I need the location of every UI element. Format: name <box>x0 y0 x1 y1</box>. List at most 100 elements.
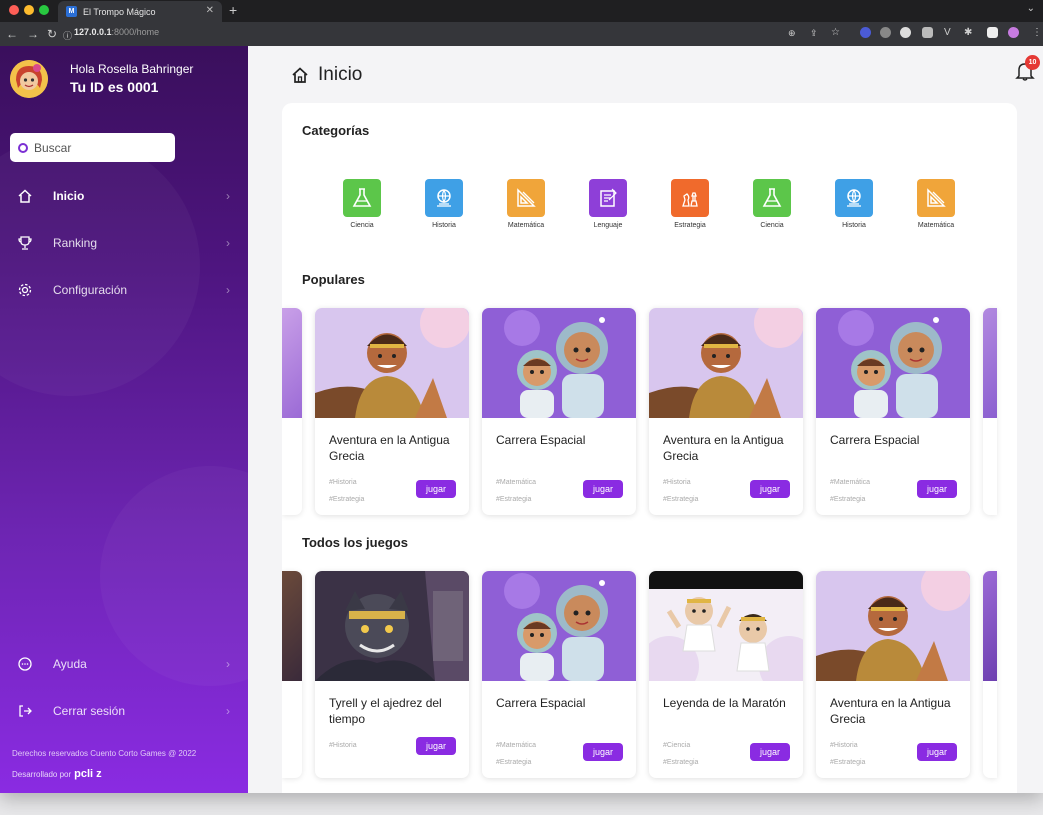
flask-icon <box>753 179 791 217</box>
close-window-button[interactable] <box>9 5 19 15</box>
game-title: Carrera Espacial <box>496 696 586 710</box>
share-icon[interactable]: ⇪ <box>810 28 818 39</box>
reload-icon[interactable]: ↻ <box>47 27 57 41</box>
game-card[interactable]: Aventura en la Antigua Grecia #Historia … <box>816 571 970 778</box>
category-item[interactable]: Historia <box>414 179 474 229</box>
game-card[interactable]: Carrera Espacial #Matemática #Estrategia… <box>482 308 636 515</box>
category-item[interactable]: Lenguaje <box>578 179 638 229</box>
chevron-right-icon: › <box>226 283 230 297</box>
maximize-window-button[interactable] <box>39 5 49 15</box>
category-label: Matemática <box>917 222 955 229</box>
play-button[interactable]: jugar <box>416 737 456 755</box>
globe-icon <box>425 179 463 217</box>
search-box[interactable] <box>10 133 175 162</box>
greeting-text: Hola Rosella Bahringer <box>70 62 194 76</box>
book-pen-icon <box>589 179 627 217</box>
game-card-partial[interactable] <box>282 571 302 778</box>
play-button[interactable]: jugar <box>583 480 623 498</box>
extension-icon[interactable] <box>880 27 891 38</box>
sidebar-item-label: Ayuda <box>53 657 87 671</box>
game-tag: #Estrategia <box>830 496 866 503</box>
game-thumbnail-hero <box>649 308 803 418</box>
profile-avatar-icon[interactable] <box>1008 27 1019 38</box>
sidebar-item-label: Configuración <box>53 283 128 297</box>
page-title-text: Inicio <box>318 64 363 85</box>
minimize-window-button[interactable] <box>24 5 34 15</box>
play-button[interactable]: jugar <box>917 480 957 498</box>
category-label: Ciencia <box>760 222 784 229</box>
bookmark-star-icon[interactable]: ☆ <box>831 27 840 38</box>
extension-icon[interactable] <box>900 27 911 38</box>
section-title-all-games: Todos los juegos <box>302 535 408 550</box>
url-path: :8000/home <box>111 27 160 37</box>
kebab-menu-icon[interactable]: ⋮ <box>1032 27 1042 38</box>
sidebar-item-cerrar-sesion[interactable]: Cerrar sesión › <box>0 697 248 725</box>
developer-logo[interactable]: pcli z <box>74 768 102 780</box>
user-id-text: Tu ID es 0001 <box>70 79 159 95</box>
game-tag: #Matemática <box>830 479 871 486</box>
category-label: Matemática <box>507 222 545 229</box>
game-card-partial[interactable] <box>983 308 997 515</box>
globe-icon <box>835 179 873 217</box>
tab-menu-chevron-icon[interactable]: ⌄ <box>1027 3 1035 14</box>
search-input[interactable] <box>34 140 164 155</box>
play-button[interactable]: jugar <box>917 743 957 761</box>
back-arrow-icon[interactable]: ← <box>6 27 18 41</box>
game-thumbnail-astronauts <box>482 308 636 418</box>
game-card[interactable]: Carrera Espacial #Matemática #Estrategia… <box>482 571 636 778</box>
game-card-partial[interactable] <box>983 571 997 778</box>
notification-badge: 10 <box>1025 55 1040 70</box>
game-thumbnail-astronauts <box>816 308 970 418</box>
forward-arrow-icon[interactable]: → <box>27 27 39 41</box>
section-title-popular: Populares <box>302 272 365 287</box>
sidebar-item-ayuda[interactable]: Ayuda › <box>0 650 248 678</box>
avatar[interactable] <box>10 60 48 98</box>
game-card[interactable]: Carrera Espacial #Matemática #Estrategia… <box>816 308 970 515</box>
category-item[interactable]: Estrategia <box>660 179 720 229</box>
category-item[interactable]: Matemática <box>496 179 556 229</box>
footer-rights: Derechos reservados Cuento Corto Games @… <box>12 749 197 758</box>
game-title: Aventura en la Antigua Grecia <box>663 433 784 463</box>
game-card[interactable]: Tyrell y el ajedrez del tiempo #Historia… <box>315 571 469 778</box>
category-item[interactable]: Historia <box>824 179 884 229</box>
category-item[interactable]: Ciencia <box>332 179 392 229</box>
game-tag: #Estrategia <box>663 759 699 766</box>
site-info-icon[interactable]: ⓘ <box>63 29 72 42</box>
game-tag: #Historia <box>830 742 858 749</box>
category-item[interactable]: Ciencia <box>742 179 802 229</box>
content-panel: Categorías Ciencia Historia Matemática L… <box>282 103 1017 793</box>
sidepanel-icon[interactable] <box>987 27 998 38</box>
play-button[interactable]: jugar <box>416 480 456 498</box>
footer-dev-label: Desarrollado por <box>12 770 72 779</box>
category-label: Lenguaje <box>593 222 623 229</box>
play-button[interactable]: jugar <box>750 743 790 761</box>
game-thumbnail-hero <box>816 571 970 681</box>
home-icon <box>18 189 32 203</box>
zoom-icon[interactable]: ⊕ <box>788 28 796 39</box>
extension-icon[interactable] <box>922 27 933 38</box>
game-card[interactable]: Aventura en la Antigua Grecia #Historia … <box>649 308 803 515</box>
game-tag: #Estrategia <box>496 496 532 503</box>
sidebar-item-ranking[interactable]: Ranking › <box>0 229 248 257</box>
game-card[interactable]: Leyenda de la Maratón #Ciencia #Estrateg… <box>649 571 803 778</box>
extension-icon[interactable] <box>860 27 871 38</box>
sidebar-item-label: Ranking <box>53 236 98 250</box>
chevron-right-icon: › <box>226 236 230 250</box>
extension-v-icon[interactable]: V <box>944 27 951 38</box>
sidebar-item-configuracion[interactable]: Configuración › <box>0 276 248 304</box>
search-icon <box>18 142 28 153</box>
new-tab-icon[interactable]: + <box>229 2 237 18</box>
logout-icon <box>19 705 32 717</box>
url-field[interactable]: 127.0.0.1:8000/home <box>74 27 159 37</box>
puzzle-icon[interactable]: ✱ <box>964 27 972 38</box>
game-card[interactable]: Aventura en la Antigua Grecia #Historia … <box>315 308 469 515</box>
game-tag: #Matemática <box>496 742 537 749</box>
game-title: Aventura en la Antigua Grecia <box>329 433 450 463</box>
browser-tab[interactable]: M El Trompo Mágico ✕ <box>58 1 222 22</box>
play-button[interactable]: jugar <box>583 743 623 761</box>
category-item[interactable]: Matemática <box>906 179 966 229</box>
sidebar-item-inicio[interactable]: Inicio › <box>0 182 248 210</box>
tab-close-icon[interactable]: ✕ <box>206 5 214 16</box>
game-card-partial[interactable] <box>282 308 302 515</box>
play-button[interactable]: jugar <box>750 480 790 498</box>
